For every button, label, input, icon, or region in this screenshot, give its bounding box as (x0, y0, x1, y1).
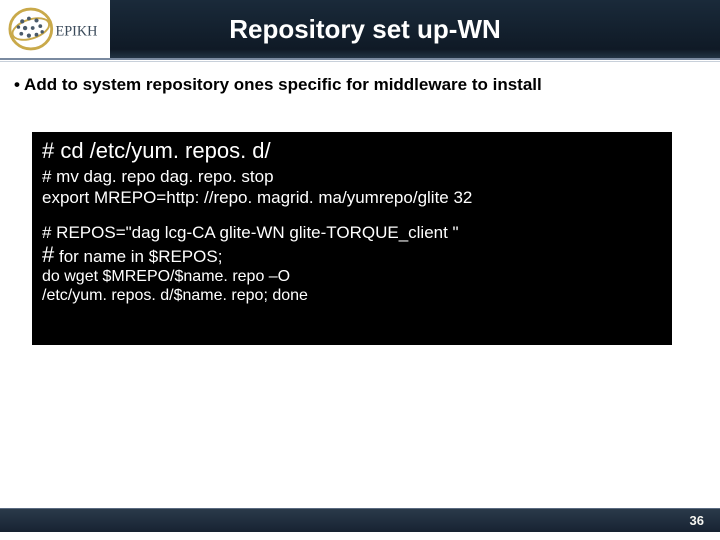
page-number: 36 (690, 513, 704, 528)
code-block: # cd /etc/yum. repos. d/ # mv dag. repo … (32, 132, 672, 345)
logo-text: EPIKH (55, 24, 97, 40)
code-line: export MREPO=http: //repo. magrid. ma/yu… (42, 187, 662, 208)
code-line: # mv dag. repo dag. repo. stop (42, 166, 662, 187)
code-line: /etc/yum. repos. d/$name. repo; done (42, 286, 662, 305)
bullet-text: • Add to system repository ones specific… (14, 74, 706, 96)
page-title: Repository set up-WN (110, 14, 720, 45)
logo: EPIKH (0, 0, 110, 58)
code-line: # for name in $REPOS; (42, 243, 662, 267)
code-frag: for name in $REPOS; (54, 247, 222, 266)
code-frag: # (42, 242, 54, 267)
code-line: # cd /etc/yum. repos. d/ (42, 138, 662, 164)
footer-bar: 36 (0, 508, 720, 532)
body: • Add to system repository ones specific… (0, 70, 720, 500)
slide: EPIKH Repository set up-WN • Add to syst… (0, 0, 720, 540)
code-line: do wget $MREPO/$name. repo –O (42, 267, 662, 286)
code-line: # REPOS="dag lcg-CA glite-WN glite-TORQU… (42, 223, 662, 243)
header-bar: EPIKH Repository set up-WN (0, 0, 720, 58)
divider (0, 61, 720, 62)
divider (0, 58, 720, 60)
logo-icon: EPIKH (8, 7, 103, 51)
